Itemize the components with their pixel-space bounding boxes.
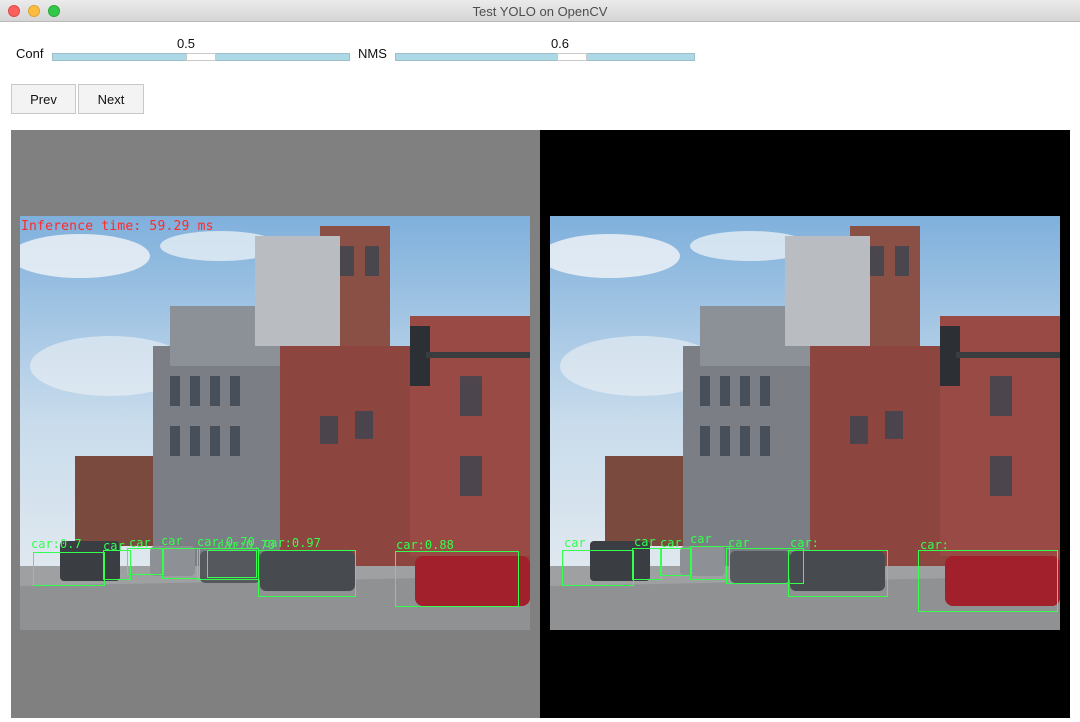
detection-label: car	[129, 536, 151, 550]
detection-box	[395, 551, 519, 607]
conf-slider-thumb[interactable]	[186, 53, 216, 61]
detection-box	[127, 548, 164, 575]
detection-label: car	[690, 532, 712, 546]
detection-label: car:0.88	[396, 538, 454, 552]
inference-time-text: Inference time: 59.29 ms	[21, 219, 214, 234]
window-content: Conf 0.5 NMS 0.6 Prev Next Inference tim…	[0, 22, 1080, 722]
nms-slider[interactable]	[395, 53, 695, 61]
detection-label: car	[660, 536, 682, 550]
window-titlebar: Test YOLO on OpenCV	[0, 0, 1080, 22]
conf-label: Conf	[16, 46, 44, 61]
detection-box	[33, 552, 105, 586]
window-title: Test YOLO on OpenCV	[472, 4, 608, 19]
detection-box	[207, 550, 257, 578]
nms-slider-thumb[interactable]	[557, 53, 587, 61]
detection-label: car	[161, 534, 183, 548]
detection-label: car:0.7	[31, 537, 82, 551]
detection-box	[788, 550, 888, 597]
next-button[interactable]: Next	[78, 84, 144, 114]
detection-box	[660, 548, 692, 576]
detection-label: car:0.97	[263, 536, 321, 550]
right-detection-view: car car car car car car: car:	[540, 130, 1070, 718]
nms-label: NMS	[358, 46, 387, 61]
detection-label: car	[564, 536, 586, 550]
detection-label: car	[103, 539, 125, 553]
nms-value: 0.6	[550, 36, 570, 51]
detection-label: car	[634, 535, 656, 549]
detection-label: car	[728, 536, 750, 550]
detection-box	[562, 550, 634, 586]
detection-box	[632, 548, 662, 580]
detection-label: car:	[790, 536, 819, 550]
detection-box	[918, 550, 1058, 612]
detection-box	[690, 546, 730, 580]
left-detection-view: Inference time: 59.29 ms car:0.7 car car…	[11, 130, 540, 718]
conf-value: 0.5	[176, 36, 196, 51]
prev-button[interactable]: Prev	[11, 84, 76, 114]
detection-box	[258, 550, 356, 597]
detection-box	[162, 548, 200, 579]
conf-slider[interactable]	[52, 53, 350, 61]
detection-label: car:	[920, 538, 949, 552]
